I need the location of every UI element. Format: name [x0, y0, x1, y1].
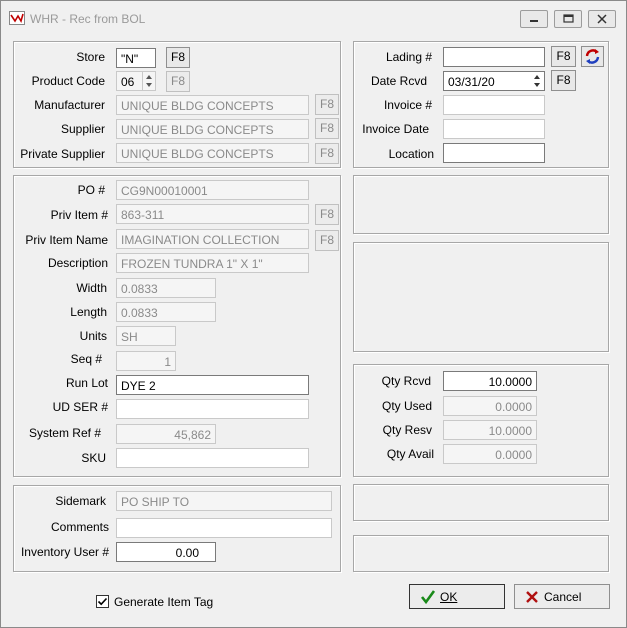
qty-used-field[interactable]: 0.0000: [443, 396, 537, 416]
seq-field[interactable]: 1: [116, 351, 176, 371]
date-rcvd-f8-button[interactable]: F8: [551, 70, 576, 91]
cancel-label: Cancel: [544, 590, 582, 604]
qty-resv-label: Qty Resv: [382, 423, 432, 437]
date-rcvd-label: Date Rcvd: [370, 74, 427, 88]
qty-avail-label: Qty Avail: [386, 447, 434, 461]
checkmark-icon: [420, 590, 436, 605]
spinner-arrows-icon: [146, 75, 152, 87]
close-button[interactable]: [588, 10, 616, 28]
invoice-label: Invoice #: [383, 98, 432, 112]
app-icon: [9, 11, 25, 25]
info-panel-2: [353, 242, 609, 352]
info-panel-4: [353, 535, 609, 572]
window-title: WHR - Rec from BOL: [30, 12, 146, 26]
priv-item-f8-button[interactable]: F8: [315, 204, 339, 225]
location-field[interactable]: [443, 143, 545, 163]
length-label: Length: [70, 305, 107, 319]
invoice-field[interactable]: [443, 95, 545, 115]
info-panel-1: [353, 175, 609, 234]
lading-label: Lading #: [385, 50, 432, 64]
sku-label: SKU: [81, 451, 106, 465]
checkbox-box[interactable]: [96, 595, 109, 608]
product-code-f8-button[interactable]: F8: [166, 71, 190, 92]
close-icon: [597, 14, 607, 24]
seq-label: Seq #: [70, 352, 102, 366]
refresh-button[interactable]: [581, 46, 604, 67]
private-supplier-f8-button[interactable]: F8: [315, 143, 339, 164]
sku-field[interactable]: [116, 448, 309, 468]
length-field[interactable]: 0.0833: [116, 302, 216, 322]
x-icon: [526, 591, 538, 603]
qty-rcvd-label: Qty Rcvd: [381, 374, 431, 388]
title-bar: WHR - Rec from BOL: [1, 1, 626, 35]
invoice-date-field[interactable]: [443, 119, 545, 139]
inventory-user-field[interactable]: 0.00: [116, 542, 216, 562]
ud-ser-field[interactable]: [116, 399, 309, 419]
qty-used-label: Qty Used: [381, 399, 432, 413]
manufacturer-label: Manufacturer: [34, 98, 105, 112]
priv-item-name-f8-button[interactable]: F8: [315, 230, 339, 251]
description-field[interactable]: FROZEN TUNDRA 1" X 1": [116, 253, 309, 273]
private-supplier-label: Private Supplier: [20, 147, 105, 161]
store-label: Store: [76, 50, 105, 64]
priv-item-name-field[interactable]: IMAGINATION COLLECTION: [116, 229, 309, 249]
sidemark-label: Sidemark: [55, 494, 106, 508]
run-lot-field[interactable]: DYE 2: [116, 375, 309, 395]
store-field[interactable]: "N": [116, 48, 156, 68]
ok-button[interactable]: OK: [409, 584, 505, 609]
qty-avail-field[interactable]: 0.0000: [443, 444, 537, 464]
refresh-icon: [585, 49, 600, 64]
comments-field[interactable]: [116, 518, 332, 538]
priv-item-field[interactable]: 863-311: [116, 204, 309, 224]
units-field[interactable]: SH: [116, 326, 176, 346]
system-ref-field[interactable]: 45,862: [116, 424, 216, 444]
window: WHR - Rec from BOL Store "N" F8 Product …: [0, 0, 627, 628]
location-label: Location: [388, 147, 434, 161]
width-label: Width: [76, 281, 107, 295]
manufacturer-f8-button[interactable]: F8: [315, 94, 339, 115]
date-rcvd-spinner[interactable]: [531, 72, 543, 90]
priv-item-name-label: Priv Item Name: [25, 233, 108, 247]
supplier-f8-button[interactable]: F8: [315, 118, 339, 139]
spinner-arrows-icon: [534, 75, 540, 87]
manufacturer-field[interactable]: UNIQUE BLDG CONCEPTS: [116, 95, 309, 115]
minimize-button[interactable]: [520, 10, 548, 28]
product-code-value: 06: [121, 75, 135, 89]
generate-item-tag-checkbox[interactable]: Generate Item Tag: [96, 595, 226, 611]
priv-item-label: Priv Item #: [50, 208, 108, 222]
po-field[interactable]: CG9N00010001: [116, 180, 309, 200]
invoice-date-label: Invoice Date: [362, 122, 429, 136]
product-code-spinner[interactable]: [142, 72, 154, 90]
supplier-field[interactable]: UNIQUE BLDG CONCEPTS: [116, 119, 309, 139]
restore-icon: [563, 14, 574, 23]
maximize-button[interactable]: [554, 10, 582, 28]
private-supplier-field[interactable]: UNIQUE BLDG CONCEPTS: [116, 143, 309, 163]
qty-rcvd-field[interactable]: 10.0000: [443, 371, 537, 391]
units-label: Units: [79, 329, 107, 343]
sidemark-field[interactable]: PO SHIP TO: [116, 491, 332, 511]
qty-resv-field[interactable]: 10.0000: [443, 420, 537, 440]
description-label: Description: [47, 256, 108, 270]
info-panel-3: [353, 484, 609, 521]
generate-item-tag-label: Generate Item Tag: [114, 595, 214, 609]
ud-ser-label: UD SER #: [52, 400, 108, 414]
cancel-button[interactable]: Cancel: [514, 584, 610, 609]
check-icon: [97, 597, 108, 606]
run-lot-label: Run Lot: [65, 376, 108, 390]
system-ref-label: System Ref #: [28, 426, 101, 440]
product-code-label: Product Code: [31, 74, 105, 88]
store-f8-button[interactable]: F8: [166, 47, 190, 68]
date-rcvd-field[interactable]: 03/31/20: [443, 71, 545, 91]
width-field[interactable]: 0.0833: [116, 278, 216, 298]
po-label: PO #: [77, 183, 105, 197]
lading-f8-button[interactable]: F8: [551, 46, 576, 67]
inventory-user-label: Inventory User #: [20, 545, 109, 559]
comments-label: Comments: [50, 520, 109, 534]
lading-field[interactable]: [443, 47, 545, 67]
supplier-label: Supplier: [60, 122, 105, 136]
minimize-icon: [530, 20, 538, 22]
ok-label: OK: [440, 590, 458, 604]
